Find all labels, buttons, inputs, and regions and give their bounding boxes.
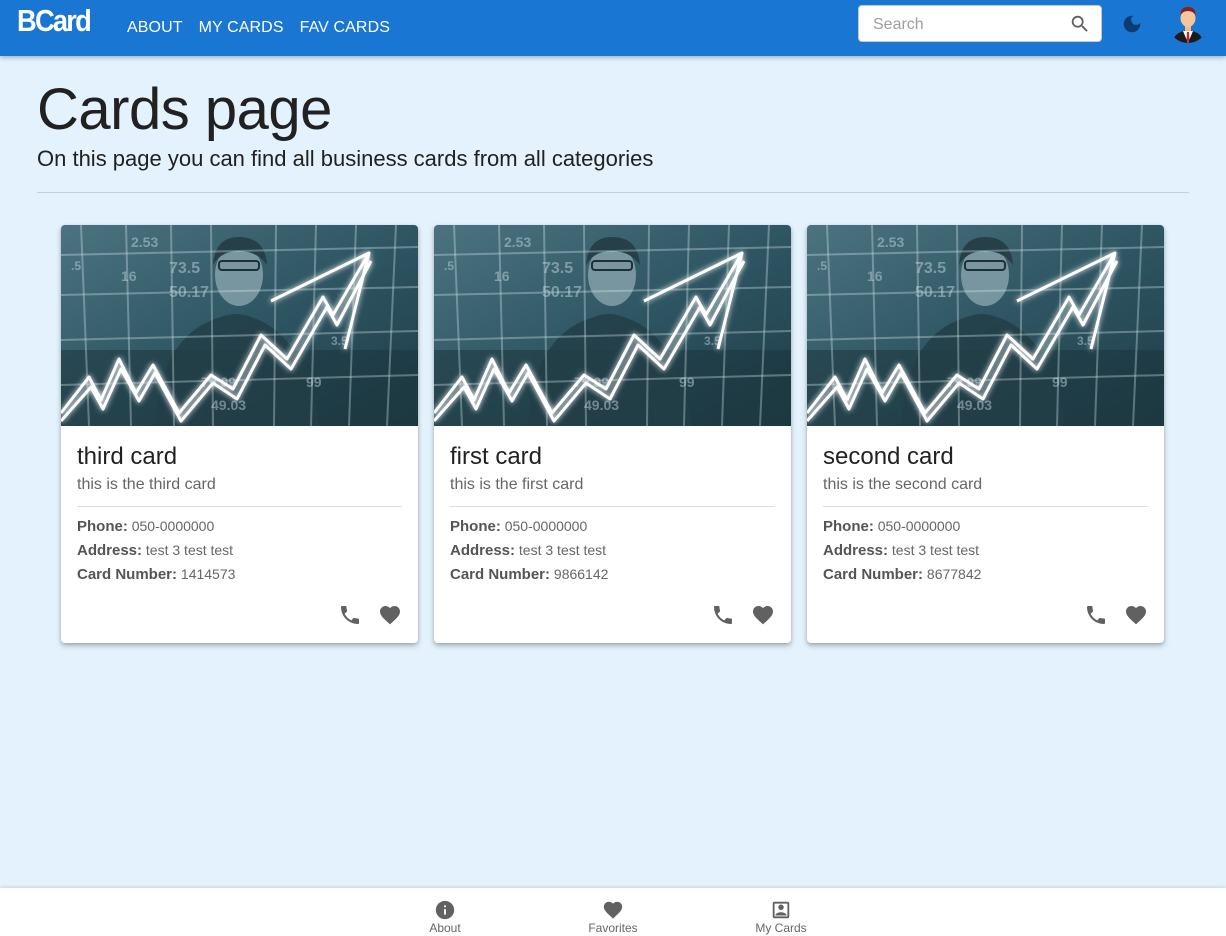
heart-icon[interactable] [751, 603, 775, 627]
heart-icon[interactable] [1124, 603, 1148, 627]
nav-fav-cards[interactable]: FAV CARDS [300, 19, 390, 37]
card-image [807, 225, 1164, 426]
address-label: Address: [77, 542, 143, 559]
card-number: Card Number: 8677842 [823, 566, 981, 583]
bottom-navigation: About Favorites My Cards [0, 888, 1226, 936]
search-input[interactable] [871, 6, 1065, 43]
card-phone: Phone: 050-0000000 [823, 518, 960, 535]
header-divider [37, 192, 1189, 193]
top-nav: ABOUT MY CARDS FAV CARDS [127, 19, 390, 37]
phone-icon[interactable] [711, 603, 735, 627]
user-avatar[interactable] [1168, 3, 1208, 43]
card-phone: Phone: 050-0000000 [77, 518, 214, 535]
avatar-businessman-icon [1168, 3, 1208, 43]
phone-value: 050-0000000 [131, 518, 215, 534]
card-number: Card Number: 1414573 [77, 566, 235, 583]
bcard-logo[interactable]: BCard [17, 3, 92, 39]
search-box [858, 5, 1102, 43]
bottom-nav-label: About [429, 921, 461, 935]
address-label: Address: [450, 542, 516, 559]
business-card[interactable]: second card this is the second card Phon… [807, 225, 1164, 643]
card-title: first card [450, 443, 543, 470]
phone-value: 050-0000000 [877, 518, 961, 534]
card-title: third card [77, 443, 178, 470]
phone-label: Phone: [823, 518, 874, 535]
bottom-nav-about[interactable]: About [385, 888, 505, 936]
phone-icon[interactable] [338, 603, 362, 627]
nav-my-cards[interactable]: MY CARDS [199, 19, 284, 37]
contact-card-icon [772, 901, 790, 919]
address-value: test 3 test test [891, 542, 980, 558]
card-subtitle: this is the third card [77, 476, 216, 493]
search-icon[interactable] [1069, 13, 1091, 35]
bottom-nav-label: Favorites [588, 921, 638, 935]
app-bar: BCard ABOUT MY CARDS FAV CARDS [0, 0, 1226, 56]
phone-label: Phone: [450, 518, 501, 535]
phone-icon[interactable] [1084, 603, 1108, 627]
card-title: second card [823, 443, 954, 470]
card-number-value: 1414573 [180, 566, 236, 582]
dark-mode-moon-icon[interactable] [1121, 13, 1143, 35]
card-image [61, 225, 418, 426]
info-icon [435, 900, 455, 920]
heart-icon [603, 901, 623, 919]
bottom-nav-label: My Cards [755, 921, 807, 935]
card-number-label: Card Number: [77, 566, 178, 583]
address-label: Address: [823, 542, 889, 559]
business-card[interactable]: first card this is the first card Phone:… [434, 225, 791, 643]
card-number-label: Card Number: [823, 566, 924, 583]
page-subtitle: On this page you can find all business c… [37, 146, 654, 171]
card-address: Address: test 3 test test [450, 542, 606, 559]
card-subtitle: this is the first card [450, 476, 584, 493]
card-divider [450, 506, 775, 507]
bottom-nav-favorites[interactable]: Favorites [553, 888, 673, 936]
nav-about[interactable]: ABOUT [127, 19, 183, 37]
card-divider [823, 506, 1148, 507]
card-number-value: 9866142 [553, 566, 609, 582]
card-address: Address: test 3 test test [823, 542, 979, 559]
address-value: test 3 test test [518, 542, 607, 558]
card-number-value: 8677842 [926, 566, 982, 582]
bottom-nav-my-cards[interactable]: My Cards [721, 888, 841, 936]
phone-label: Phone: [77, 518, 128, 535]
card-divider [77, 506, 402, 507]
card-phone: Phone: 050-0000000 [450, 518, 587, 535]
card-subtitle: this is the second card [823, 476, 983, 493]
address-value: test 3 test test [145, 542, 234, 558]
card-address: Address: test 3 test test [77, 542, 233, 559]
page-title: Cards page [37, 77, 332, 142]
heart-icon[interactable] [378, 603, 402, 627]
card-number: Card Number: 9866142 [450, 566, 608, 583]
card-image [434, 225, 791, 426]
card-number-label: Card Number: [450, 566, 551, 583]
business-card[interactable]: third card this is the third card Phone:… [61, 225, 418, 643]
phone-value: 050-0000000 [504, 518, 588, 534]
